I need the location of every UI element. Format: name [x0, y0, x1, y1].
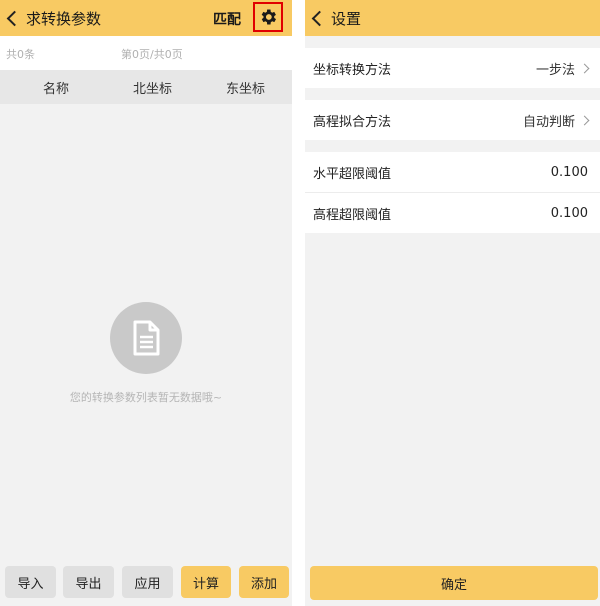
settings-group-methods: 坐标转换方法 一步法 — [305, 48, 600, 88]
row-value: 0.100 — [550, 164, 588, 180]
back-button[interactable]: 设置 — [305, 8, 361, 29]
page-title: 设置 — [331, 9, 362, 28]
row-label: 坐标转换方法 — [313, 62, 392, 78]
page-title: 求转换参数 — [26, 9, 102, 28]
calculate-button[interactable]: 计算 — [181, 566, 231, 598]
left-header: 求转换参数 匹配 — [0, 0, 292, 36]
column-header-north: 北坐标 — [133, 82, 173, 97]
bottom-toolbar: 导入 导出 应用 计算 添加 — [0, 556, 292, 606]
row-value: 0.100 — [550, 205, 588, 221]
chevron-right-icon — [579, 115, 590, 125]
back-chevron-icon — [311, 10, 328, 26]
chevron-right-icon — [579, 63, 590, 73]
horizontal-threshold-row[interactable]: 水平超限阈值 0.100 — [305, 152, 600, 192]
row-label: 高程拟合方法 — [313, 114, 392, 130]
add-button[interactable]: 添加 — [239, 566, 289, 598]
back-button[interactable]: 求转换参数 — [0, 8, 101, 29]
row-value: 一步法 — [535, 62, 575, 78]
settings-group-thresholds: 水平超限阈值 0.100 高程超限阈值 0.100 — [305, 152, 600, 233]
settings-button[interactable] — [253, 2, 283, 32]
document-icon — [133, 320, 160, 356]
export-button[interactable]: 导出 — [63, 566, 114, 598]
import-button[interactable]: 导入 — [5, 566, 56, 598]
transform-method-row[interactable]: 坐标转换方法 一步法 — [305, 48, 600, 88]
transform-params-screen: 求转换参数 匹配 共0条 第0页/共0页 名称 北坐标 东坐标 您的转换参数列表… — [0, 0, 292, 606]
settings-screen: 设置 坐标转换方法 一步法 高程拟合方法 自动判断 水平超限阈值 0.100 高… — [305, 0, 600, 606]
pagination-bar: 共0条 第0页/共0页 — [0, 36, 292, 70]
height-threshold-row[interactable]: 高程超限阈值 0.100 — [305, 192, 600, 233]
row-value: 自动判断 — [522, 114, 575, 130]
settings-group-height: 高程拟合方法 自动判断 — [305, 100, 600, 140]
right-header: 设置 — [305, 0, 600, 36]
row-label: 高程超限阈值 — [313, 207, 392, 223]
gear-icon — [261, 9, 276, 25]
column-header-name: 名称 — [43, 82, 70, 97]
empty-state-circle — [110, 302, 182, 374]
column-header-east: 东坐标 — [226, 82, 266, 97]
match-button[interactable]: 匹配 — [213, 9, 241, 29]
confirm-button[interactable]: 确定 — [310, 566, 598, 600]
row-label: 水平超限阈值 — [313, 166, 392, 182]
params-list: 您的转换参数列表暂无数据哦~ — [0, 104, 292, 556]
record-count: 共0条 — [6, 48, 35, 61]
apply-button[interactable]: 应用 — [122, 566, 173, 598]
table-header: 名称 北坐标 东坐标 — [0, 70, 292, 104]
height-fit-method-row[interactable]: 高程拟合方法 自动判断 — [305, 100, 600, 140]
back-chevron-icon — [6, 10, 23, 26]
page-indicator: 第0页/共0页 — [121, 48, 183, 61]
empty-state-message: 您的转换参数列表暂无数据哦~ — [69, 391, 223, 404]
